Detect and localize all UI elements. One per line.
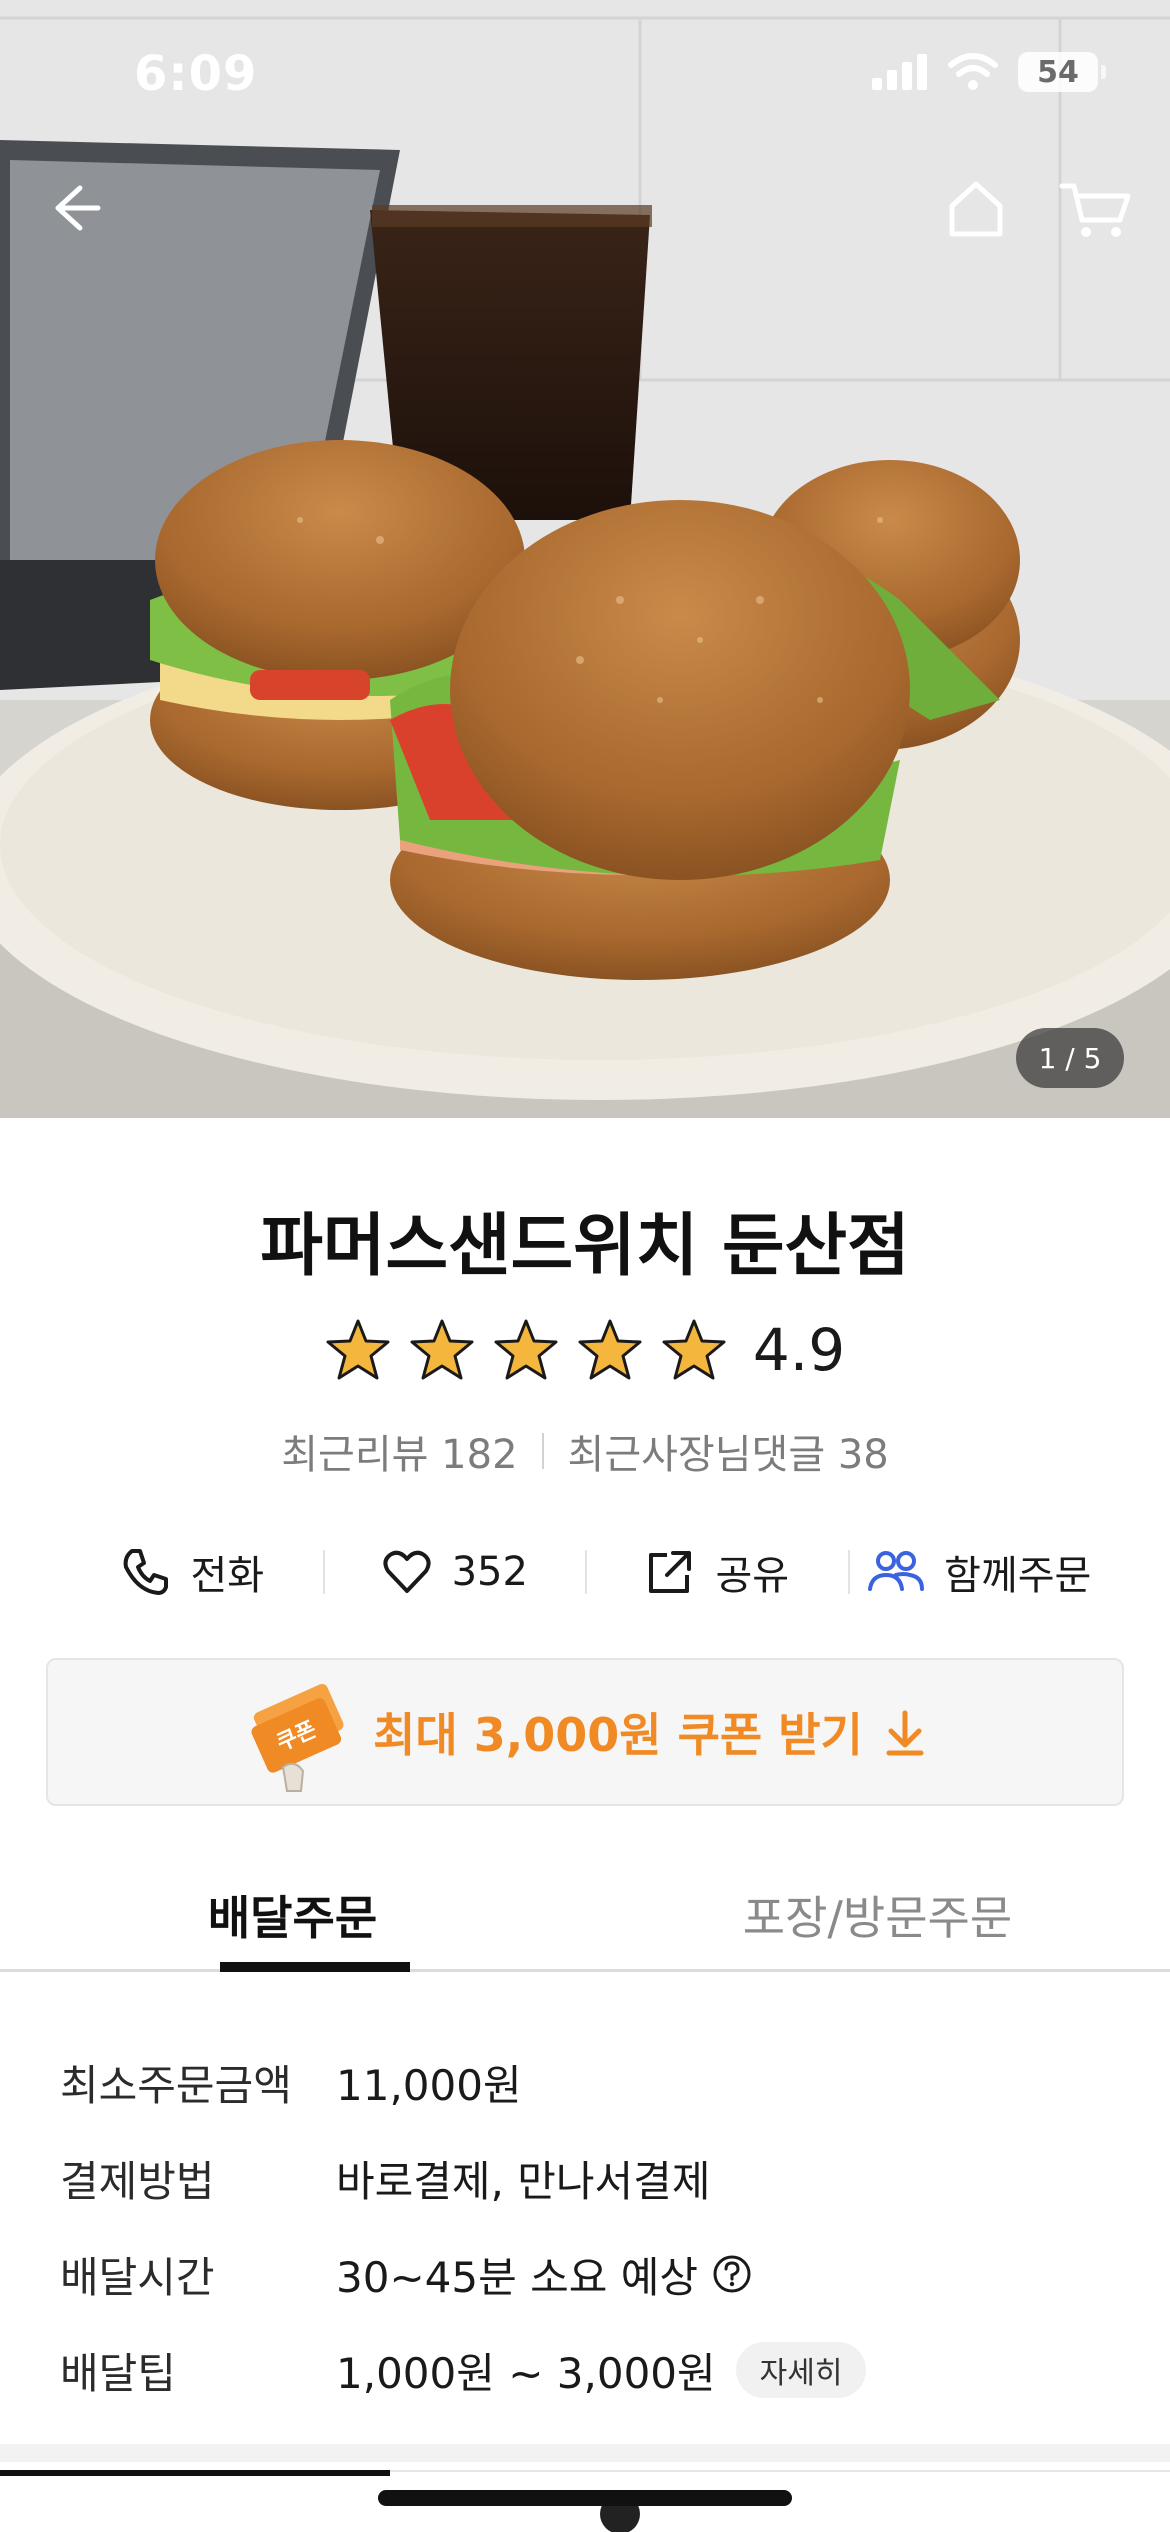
star-icon (410, 1319, 474, 1380)
recent-reviews-link[interactable]: 최근리뷰 182 (281, 1422, 517, 1480)
like-button[interactable]: 352 (322, 1532, 586, 1612)
call-label: 전화 (190, 1553, 265, 1599)
info-row-delivery-time: 배달시간 30~45분 소요 예상 (60, 2226, 1110, 2322)
status-time: 6:09 (134, 46, 258, 102)
section-divider (0, 2444, 1170, 2462)
rating-row[interactable]: 4.9 (0, 1316, 1170, 1384)
battery-indicator: 54 (1018, 52, 1106, 92)
store-name: 파머스샌드위치 둔산점 (260, 1207, 910, 1286)
info-value: 30~45분 소요 예상 (336, 2252, 698, 2302)
info-value-wrap: 30~45분 소요 예상 (336, 2244, 752, 2305)
cart-icon[interactable] (1058, 172, 1134, 244)
info-value: 11,000원 (336, 2060, 522, 2110)
info-row-min-order: 최소주문금액 11,000원 (60, 2034, 1110, 2130)
info-label: 배달시간 (60, 2252, 215, 2302)
download-arrow-icon (886, 1710, 924, 1756)
status-icons: 54 (872, 52, 1106, 92)
star-icon (578, 1319, 642, 1380)
question-icon[interactable] (712, 2254, 752, 2294)
home-indicator (378, 2490, 792, 2506)
sandwich-photo (0, 0, 1170, 1118)
info-row-payment: 결제방법 바로결제, 만나서결제 (60, 2130, 1110, 2226)
tab-pickup-label: 포장/방문주문 (742, 1891, 1013, 1945)
back-arrow-icon[interactable] (40, 172, 112, 244)
coupon-icon: 쿠폰 (251, 1684, 344, 1792)
star-icon (662, 1319, 726, 1380)
owner-comments-link[interactable]: 최근사장님댓글 38 (568, 1422, 889, 1480)
group-order-label: 함께주문 (944, 1553, 1092, 1599)
info-row-delivery-tip: 배달팁 1,000원 ~ 3,000원 자세히 (60, 2322, 1110, 2418)
tab-delivery[interactable]: 배달주문 (0, 1860, 585, 1972)
group-users-icon (868, 1551, 925, 1591)
share-icon (649, 1551, 692, 1593)
info-value: 1,000원 ~ 3,000원 (336, 2348, 716, 2398)
info-value-wrap: 1,000원 ~ 3,000원 자세히 (336, 2340, 867, 2401)
star-icon (494, 1319, 558, 1380)
home-icon[interactable] (940, 172, 1012, 244)
active-tab-indicator (0, 2470, 390, 2476)
group-order-button[interactable]: 함께주문 (847, 1532, 1111, 1612)
call-button[interactable]: 전화 (60, 1532, 323, 1612)
wifi-icon (948, 53, 998, 90)
info-label: 배달팁 (60, 2348, 176, 2398)
tab-delivery-label: 배달주문 (207, 1891, 378, 1945)
signal-icon (872, 54, 927, 90)
tab-pickup[interactable]: 포장/방문주문 (585, 1860, 1170, 1969)
rating-value: 4.9 (752, 1316, 846, 1384)
info-label: 결제방법 (60, 2156, 215, 2206)
store-actions: 전화 352 공유 함께주문 (60, 1532, 1110, 1612)
order-type-tabs: 배달주문 포장/방문주문 (0, 1860, 1170, 1972)
info-value: 바로결제, 만나서결제 (336, 2156, 711, 2206)
share-label: 공유 (715, 1553, 790, 1599)
like-count: 352 (451, 1549, 528, 1595)
star-icon (326, 1319, 390, 1380)
image-counter: 1 / 5 (1016, 1028, 1124, 1088)
rating-stars (325, 1317, 727, 1383)
store-hero-image[interactable]: 6:09 54 1 / 5 (0, 0, 1170, 1118)
info-label: 최소주문금액 (60, 2060, 292, 2110)
active-tab-indicator (220, 1962, 410, 1972)
share-button[interactable]: 공유 (585, 1532, 848, 1612)
review-summary[interactable]: 최근리뷰 182 최근사장님댓글 38 (0, 1422, 1170, 1480)
tip-detail-button[interactable]: 자세히 (735, 2342, 867, 2398)
delivery-info: 최소주문금액 11,000원 결제방법 바로결제, 만나서결제 배달시간 30~… (60, 2034, 1110, 2418)
divider (541, 1433, 544, 1469)
status-bar: 6:09 54 (0, 0, 1170, 150)
coupon-text: 최대 3,000원 쿠폰 받기 (373, 1708, 863, 1762)
heart-icon (383, 1550, 431, 1593)
coupon-banner[interactable]: 쿠폰 최대 3,000원 쿠폰 받기 (46, 1658, 1124, 1806)
phone-icon (124, 1549, 169, 1595)
